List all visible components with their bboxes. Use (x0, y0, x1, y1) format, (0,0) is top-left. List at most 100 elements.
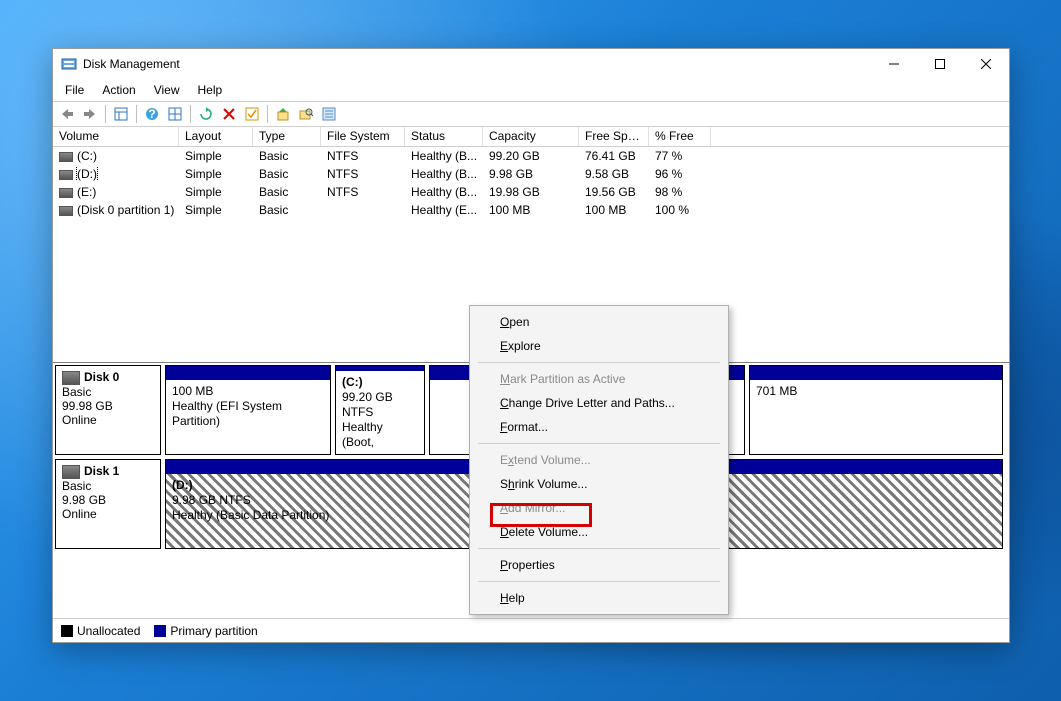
toolbar-pane-icon[interactable] (111, 104, 131, 124)
search-drive-icon[interactable] (296, 104, 316, 124)
ctx-change-letter[interactable]: Change Drive Letter and Paths... (470, 391, 728, 415)
disk-icon (62, 465, 80, 479)
properties-icon[interactable] (319, 104, 339, 124)
svg-text:?: ? (148, 107, 155, 121)
partition-body: 100 MBHealthy (EFI System Partition) (166, 380, 330, 454)
volume-name-cell: (C:) (53, 149, 179, 163)
layout-cell: Simple (179, 203, 253, 217)
volume-row[interactable]: (Disk 0 partition 1)SimpleBasicHealthy (… (53, 201, 1009, 219)
disk-info[interactable]: Disk 0Basic99.98 GBOnline (55, 365, 161, 455)
disk-info[interactable]: Disk 1Basic9.98 GBOnline (55, 459, 161, 549)
menu-bar: File Action View Help (53, 79, 1009, 101)
volume-icon (59, 206, 73, 216)
pct-cell: 98 % (649, 185, 711, 199)
free-cell: 9.58 GB (579, 167, 649, 181)
ctx-format[interactable]: Format... (470, 415, 728, 439)
window-title: Disk Management (83, 57, 180, 71)
layout-cell: Simple (179, 185, 253, 199)
context-menu: Open Explore Mark Partition as Active Ch… (469, 305, 729, 615)
refresh-icon[interactable] (196, 104, 216, 124)
volume-icon (59, 152, 73, 162)
forward-button[interactable] (80, 104, 100, 124)
col-volume[interactable]: Volume (53, 127, 179, 146)
partition-body: 701 MB (750, 380, 1002, 454)
check-icon[interactable] (242, 104, 262, 124)
pct-cell: 96 % (649, 167, 711, 181)
menu-help[interactable]: Help (190, 81, 231, 99)
ctx-properties[interactable]: Properties (470, 553, 728, 577)
col-status[interactable]: Status (405, 127, 483, 146)
ctx-delete-volume[interactable]: Delete Volume... (470, 520, 728, 544)
volume-row[interactable]: (E:)SimpleBasicNTFSHealthy (B...19.98 GB… (53, 183, 1009, 201)
pct-cell: 77 % (649, 149, 711, 163)
free-cell: 19.56 GB (579, 185, 649, 199)
status-cell: Healthy (B... (405, 185, 483, 199)
partition-bar (166, 366, 330, 380)
volume-row[interactable]: (C:)SimpleBasicNTFSHealthy (B...99.20 GB… (53, 147, 1009, 165)
ctx-explore[interactable]: Explore (470, 334, 728, 358)
partition-bar (750, 366, 1002, 380)
legend-primary-label: Primary partition (170, 624, 257, 638)
eject-icon[interactable] (273, 104, 293, 124)
menu-action[interactable]: Action (94, 81, 143, 99)
menu-file[interactable]: File (57, 81, 92, 99)
menu-view[interactable]: View (146, 81, 188, 99)
toolbar: ? (53, 101, 1009, 127)
layout-cell: Simple (179, 149, 253, 163)
partition-body: (C:)99.20 GB NTFSHealthy (Boot, (336, 371, 424, 454)
type-cell: Basic (253, 167, 321, 181)
volume-name-cell: (E:) (53, 185, 179, 199)
fs-cell: NTFS (321, 149, 405, 163)
title-bar[interactable]: Disk Management (53, 49, 1009, 79)
type-cell: Basic (253, 149, 321, 163)
capacity-cell: 99.20 GB (483, 149, 579, 163)
partition[interactable]: (C:)99.20 GB NTFSHealthy (Boot, (335, 365, 425, 455)
ctx-open[interactable]: Open (470, 310, 728, 334)
ctx-help[interactable]: Help (470, 586, 728, 610)
partition[interactable]: 100 MBHealthy (EFI System Partition) (165, 365, 331, 455)
capacity-cell: 9.98 GB (483, 167, 579, 181)
legend-bar: Unallocated Primary partition (53, 618, 1009, 642)
maximize-button[interactable] (917, 49, 963, 79)
volume-name-cell: (Disk 0 partition 1) (53, 203, 179, 217)
legend-unallocated: Unallocated (61, 624, 140, 638)
col-pctfree[interactable]: % Free (649, 127, 711, 146)
type-cell: Basic (253, 185, 321, 199)
col-free[interactable]: Free Spa... (579, 127, 649, 146)
col-filesystem[interactable]: File System (321, 127, 405, 146)
volume-name-cell: (D:) (53, 167, 179, 181)
legend-primary: Primary partition (154, 624, 257, 638)
status-cell: Healthy (B... (405, 149, 483, 163)
app-icon (61, 56, 77, 72)
ctx-open-rest: pen (509, 315, 529, 329)
ctx-add-mirror: Add Mirror... (470, 496, 728, 520)
free-cell: 100 MB (579, 203, 649, 217)
minimize-button[interactable] (871, 49, 917, 79)
fs-cell: NTFS (321, 167, 405, 181)
volume-icon (59, 170, 73, 180)
list-header: Volume Layout Type File System Status Ca… (53, 127, 1009, 147)
ctx-extend: Extend Volume... (470, 448, 728, 472)
col-layout[interactable]: Layout (179, 127, 253, 146)
back-button[interactable] (57, 104, 77, 124)
delete-icon[interactable] (219, 104, 239, 124)
type-cell: Basic (253, 203, 321, 217)
partition[interactable]: 701 MB (749, 365, 1003, 455)
legend-unallocated-label: Unallocated (77, 624, 140, 638)
volume-row[interactable]: (D:)SimpleBasicNTFSHealthy (B...9.98 GB9… (53, 165, 1009, 183)
col-capacity[interactable]: Capacity (483, 127, 579, 146)
fs-cell: NTFS (321, 185, 405, 199)
volume-icon (59, 188, 73, 198)
ctx-mark-active: Mark Partition as Active (470, 367, 728, 391)
help-icon[interactable]: ? (142, 104, 162, 124)
status-cell: Healthy (B... (405, 167, 483, 181)
disk-icon (62, 371, 80, 385)
layout-cell: Simple (179, 167, 253, 181)
capacity-cell: 100 MB (483, 203, 579, 217)
free-cell: 76.41 GB (579, 149, 649, 163)
close-button[interactable] (963, 49, 1009, 79)
ctx-shrink[interactable]: Shrink Volume... (470, 472, 728, 496)
toolbar-grid-icon[interactable] (165, 104, 185, 124)
col-type[interactable]: Type (253, 127, 321, 146)
capacity-cell: 19.98 GB (483, 185, 579, 199)
